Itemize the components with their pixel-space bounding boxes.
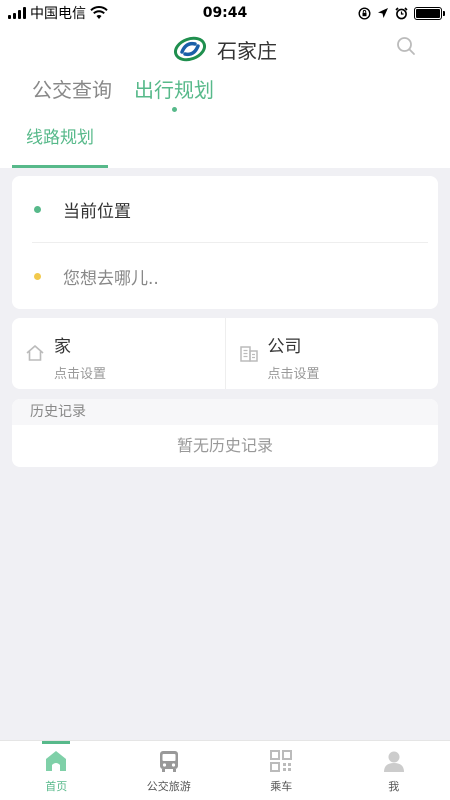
wifi-icon: [90, 6, 108, 19]
tabbar-item-home[interactable]: 首页: [0, 741, 113, 800]
rotation-lock-icon: [358, 6, 371, 20]
tabbar-item-ride[interactable]: 乘车: [225, 741, 338, 800]
city-title[interactable]: 石家庄: [217, 35, 277, 64]
home-icon: [46, 751, 67, 771]
places-card: 家 点击设置 公司 点击设置: [12, 318, 438, 389]
signal-icon: [8, 7, 26, 19]
destination-dot-icon: [34, 272, 41, 280]
title-row: 石家庄: [0, 30, 450, 68]
main-tabs: 公交查询 出行规划: [32, 74, 214, 112]
destination-input[interactable]: 您想去哪儿..: [63, 264, 159, 289]
tabbar-label: 首页: [45, 780, 68, 793]
user-icon: [383, 751, 404, 772]
status-bar: 中国电信 09:44: [0, 0, 450, 26]
place-hint: 点击设置: [267, 367, 320, 382]
tabbar-label: 乘车: [270, 780, 293, 793]
place-home[interactable]: 家 点击设置: [12, 318, 225, 389]
status-right: [358, 6, 445, 20]
qr-icon: [270, 750, 293, 772]
place-company[interactable]: 公司 点击设置: [224, 318, 439, 389]
bus-company-logo-icon: [173, 36, 207, 62]
place-name: 家: [54, 337, 71, 357]
home-icon: [26, 345, 44, 361]
search-icon[interactable]: [396, 36, 416, 56]
route-card: 当前位置 您想去哪儿..: [12, 176, 438, 309]
place-hint: 点击设置: [54, 367, 107, 382]
bus-icon: [159, 751, 178, 772]
tabbar-item-me[interactable]: 我: [338, 741, 450, 800]
location-arrow-icon: [378, 8, 388, 18]
status-left: 中国电信: [8, 3, 108, 23]
origin-dot-icon: [34, 205, 41, 213]
tab-trip-planning[interactable]: 出行规划: [134, 74, 214, 112]
origin-label: 当前位置: [63, 201, 131, 222]
history-title: 历史记录: [12, 399, 438, 425]
tabbar-item-bus-travel[interactable]: 公交旅游: [113, 741, 226, 800]
building-icon: [239, 346, 258, 362]
header: 石家庄 公交查询 出行规划 线路规划: [0, 26, 450, 168]
history-empty-text: 暂无历史记录: [176, 436, 273, 455]
tabbar-label: 我: [388, 780, 400, 793]
battery-icon: [414, 6, 445, 20]
tab-bus-query[interactable]: 公交查询: [32, 74, 112, 103]
sub-tab-route-planning[interactable]: 线路规划: [12, 120, 108, 168]
bottom-tabbar: 首页 公交旅游 乘车 我: [0, 740, 450, 800]
history-card: 历史记录 暂无历史记录: [12, 399, 438, 467]
destination-row[interactable]: 您想去哪儿..: [12, 243, 438, 309]
carrier-name: 中国电信: [30, 6, 86, 22]
origin-row[interactable]: 当前位置: [12, 176, 438, 242]
tabbar-label: 公交旅游: [146, 780, 191, 793]
alarm-icon: [395, 6, 408, 19]
place-name: 公司: [267, 337, 302, 357]
